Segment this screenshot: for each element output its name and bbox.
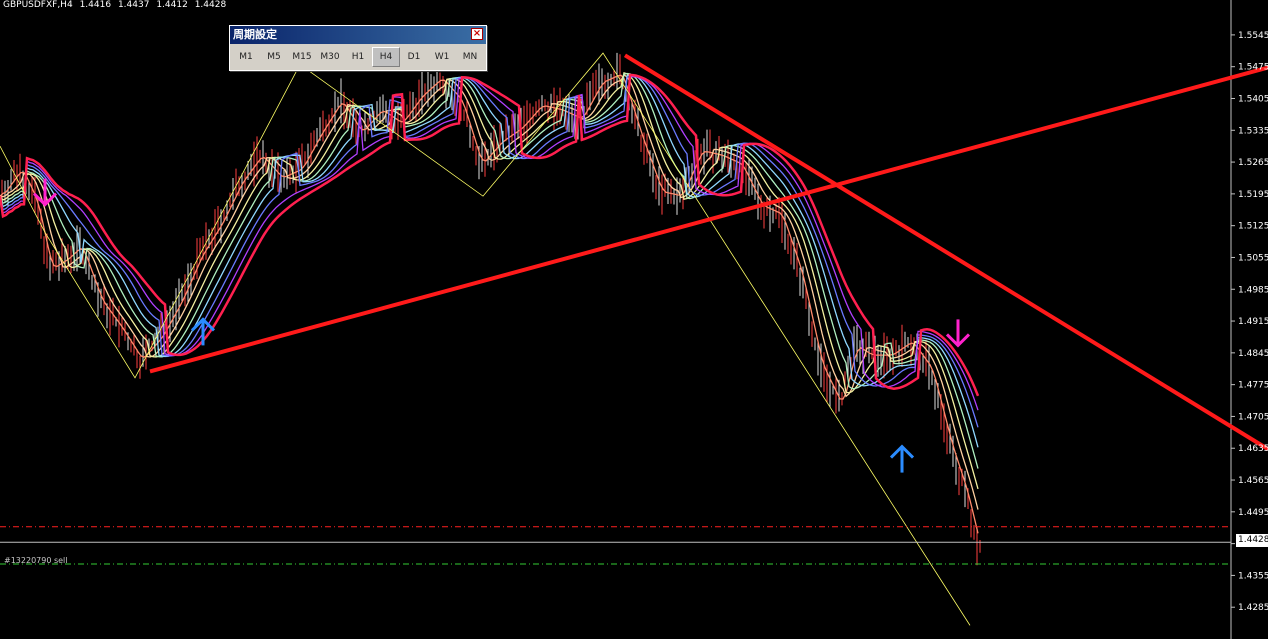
- period-button-d1[interactable]: D1: [400, 47, 428, 67]
- tick-label: 1.5405: [1238, 94, 1268, 104]
- tick-label: 1.5195: [1238, 190, 1268, 200]
- tick-label: 1.4845: [1238, 349, 1268, 359]
- tick-label: 1.4635: [1238, 444, 1268, 454]
- period-button-m15[interactable]: M15: [288, 47, 316, 67]
- tick-label: 1.4705: [1238, 412, 1268, 422]
- tick-label: 1.4355: [1238, 571, 1268, 581]
- period-settings-panel[interactable]: 周期設定 × M1 M5 M15 M30 H1 H4 D1 W1 MN: [229, 25, 487, 71]
- tick-label: 1.4565: [1238, 476, 1268, 486]
- tick-label: 1.5265: [1238, 158, 1268, 168]
- low-value: 1.4412: [156, 0, 188, 10]
- price-chart[interactable]: 1.5545 1.5475 1.5405 1.5335 1.5265 1.5195 1.51…: [0, 0, 1268, 639]
- period-button-h1[interactable]: H1: [344, 47, 372, 67]
- tick-label: 1.5545: [1238, 31, 1268, 41]
- period-button-m30[interactable]: M30: [316, 47, 344, 67]
- symbol-label: GBPUSDFXF,H4: [3, 0, 73, 10]
- chart-background: [0, 0, 1268, 639]
- tick-label: 1.4775: [1238, 381, 1268, 391]
- period-button-m1[interactable]: M1: [232, 47, 260, 67]
- order-label: #13220790 sell: [4, 556, 68, 565]
- tick-label: 1.5475: [1238, 63, 1268, 73]
- chart-header: GBPUSDFXF,H4 1.4416 1.4437 1.4412 1.4428: [3, 0, 230, 10]
- period-button-h4[interactable]: H4: [372, 47, 400, 67]
- period-panel-titlebar[interactable]: 周期設定 ×: [230, 26, 486, 44]
- high-value: 1.4437: [117, 0, 150, 10]
- close-icon[interactable]: ×: [471, 28, 483, 40]
- tick-label: 1.4495: [1238, 508, 1268, 518]
- period-button-m5[interactable]: M5: [260, 47, 288, 67]
- close-value: 1.4428: [194, 0, 227, 10]
- period-buttons: M1 M5 M15 M30 H1 H4 D1 W1 MN: [230, 44, 486, 70]
- tick-label: 1.4985: [1238, 285, 1268, 295]
- open-value: 1.4416: [79, 0, 112, 10]
- current-price-label: 1.4428: [1236, 534, 1268, 547]
- tick-label: 1.4285: [1238, 603, 1268, 613]
- tick-label: 1.5335: [1238, 126, 1268, 136]
- period-panel-title: 周期設定: [233, 28, 277, 41]
- period-button-mn[interactable]: MN: [456, 47, 484, 67]
- tick-label: 1.4915: [1238, 317, 1268, 327]
- tick-label: 1.5055: [1238, 253, 1268, 263]
- period-button-w1[interactable]: W1: [428, 47, 456, 67]
- tick-label: 1.5125: [1238, 222, 1268, 232]
